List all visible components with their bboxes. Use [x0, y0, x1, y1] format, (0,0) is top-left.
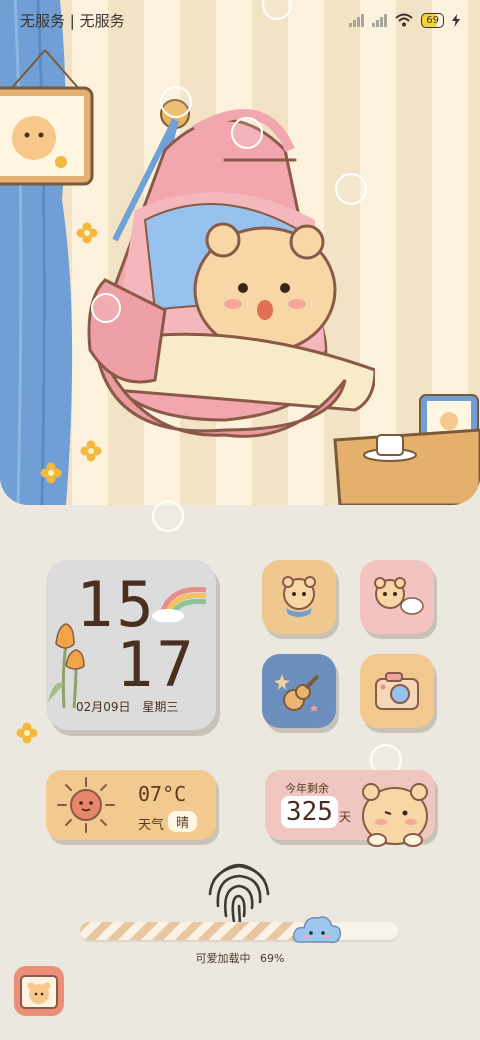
- flower-icon: [80, 440, 102, 462]
- bubble-decoration: [231, 117, 263, 149]
- flower-icon: [40, 462, 62, 484]
- loading-progress-bar: [80, 922, 398, 940]
- sun-icon: [57, 777, 115, 833]
- tiger-photo-icon: [20, 975, 58, 1009]
- status-bar: 无服务 | 无服务 69: [0, 0, 480, 40]
- clock-date: 02月09日 星期三: [76, 698, 178, 715]
- bubble-decoration: [91, 293, 121, 323]
- guitar-star-icon: [274, 674, 320, 712]
- tiger-peek-icon: [362, 783, 428, 847]
- countdown-widget[interactable]: 今年剩余 325 天: [265, 770, 435, 847]
- side-table-image: [333, 394, 480, 505]
- bubble-decoration: [160, 86, 192, 118]
- weather-temperature: 07°C: [138, 782, 187, 806]
- tiger-scarf-icon: [282, 576, 316, 617]
- countdown-unit: 天: [339, 810, 352, 824]
- charging-icon: [452, 13, 460, 27]
- clock-minute: 17: [116, 628, 197, 701]
- loading-caption: 可爱加载中 69%: [0, 950, 480, 966]
- countdown-label: 今年剩余: [285, 782, 329, 795]
- loading-progress-fill: [80, 922, 300, 940]
- loading-label: 可爱加载中: [195, 952, 251, 965]
- clock-widget[interactable]: 15 17 02月09日 星期三: [46, 560, 216, 730]
- wifi-icon: [395, 13, 413, 27]
- weather-label: 天气: [138, 818, 165, 833]
- camera-icon: [375, 672, 419, 710]
- flower-icon: [76, 222, 98, 244]
- tulip-icon: [48, 623, 85, 708]
- app-guitar[interactable]: [262, 654, 336, 728]
- flower-icon: [16, 722, 38, 744]
- app-tiger-scarf[interactable]: [262, 560, 336, 634]
- countdown-days: 325: [281, 796, 338, 828]
- weather-widget[interactable]: 07°C 天气 晴: [46, 770, 216, 840]
- rainbow-cloud-icon: [152, 587, 207, 622]
- bubble-decoration: [335, 173, 367, 205]
- wallpaper-illustration: [0, 0, 480, 505]
- app-camera[interactable]: [360, 654, 434, 728]
- bubble-decoration: [152, 500, 184, 532]
- tiger-cloud-icon: [374, 577, 424, 615]
- app-tiger-cloud[interactable]: [360, 560, 434, 634]
- signal-icon: [349, 13, 365, 27]
- fingerprint-icon[interactable]: [206, 856, 272, 926]
- weekday-text: 星期三: [142, 700, 179, 714]
- carrier-text: 无服务 | 无服务: [20, 11, 125, 30]
- status-icons: 69: [349, 12, 460, 28]
- battery-icon: 69: [421, 12, 444, 28]
- weather-condition: 晴: [168, 811, 198, 832]
- dock-app-tiger-photo[interactable]: [14, 966, 64, 1016]
- cloud-slider-icon: [292, 916, 342, 944]
- signal-2-icon: [372, 13, 388, 27]
- battery-level: 69: [426, 14, 439, 26]
- loading-percent: 69%: [260, 952, 285, 965]
